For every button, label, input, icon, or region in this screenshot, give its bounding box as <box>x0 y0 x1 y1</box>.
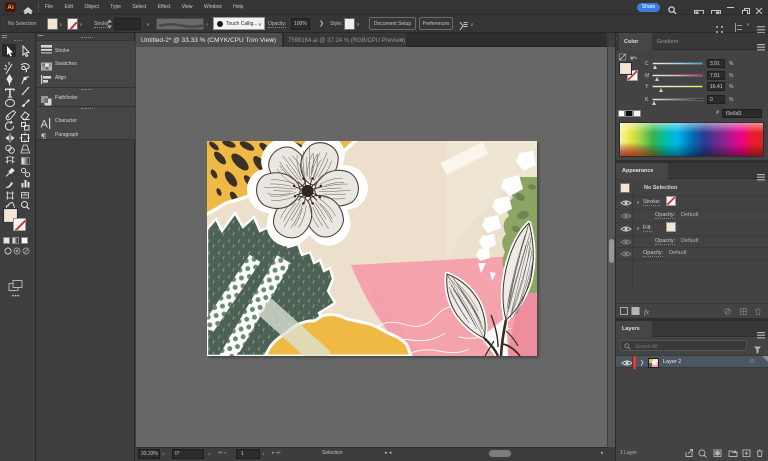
svg-text:¶: ¶ <box>41 133 46 140</box>
svg-text:A: A <box>41 119 49 131</box>
svg-text:fx: fx <box>644 309 650 317</box>
